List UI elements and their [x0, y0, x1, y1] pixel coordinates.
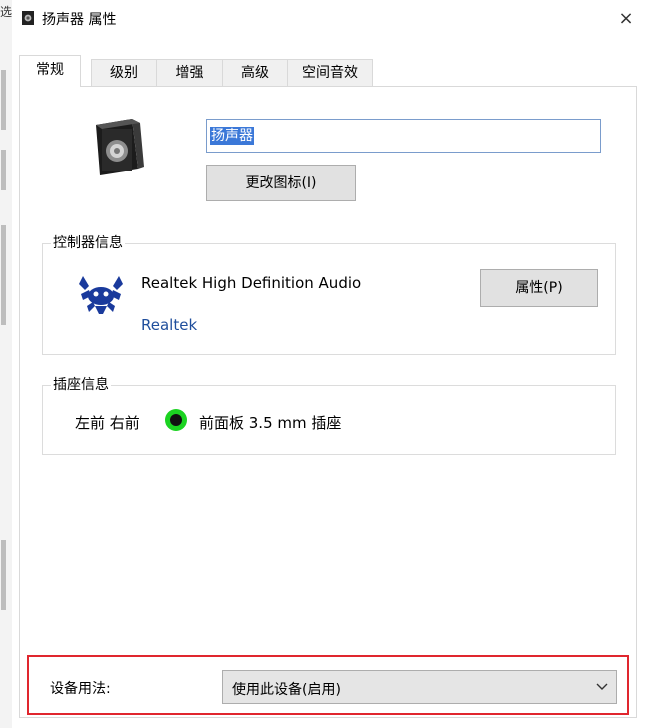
device-name-text: 扬声器: [210, 127, 254, 145]
background-window-mark: [1, 540, 6, 610]
speaker-small-icon: [22, 11, 34, 25]
device-name-field[interactable]: 扬声器: [206, 119, 601, 153]
background-window-text: 选: [0, 5, 13, 19]
jack-info-group: 插座信息 左前 右前 前面板 3.5 mm 插座: [42, 376, 616, 455]
jack-indicator-center: [170, 414, 182, 426]
title-bar[interactable]: 扬声器 属性 ×: [12, 0, 645, 38]
realtek-crab-logo-icon: [79, 276, 123, 314]
controller-info-group: 控制器信息 Realtek High Definition Audio Real…: [42, 234, 616, 355]
tab-general[interactable]: 常规: [19, 55, 81, 87]
window-title: 扬声器 属性: [42, 12, 117, 28]
background-window-mark: [1, 225, 6, 325]
controller-vendor-link[interactable]: Realtek: [141, 316, 197, 334]
tab-levels[interactable]: 级别: [91, 59, 157, 86]
close-button[interactable]: ×: [611, 4, 641, 32]
jack-indicator-icon: [165, 409, 187, 431]
tab-enhancements[interactable]: 增强: [156, 59, 223, 86]
controller-properties-button[interactable]: 属性(P): [480, 269, 598, 307]
general-tab-panel: 扬声器 更改图标(I) 控制器信息 Realtek High Definitio…: [19, 86, 637, 718]
jack-description: 前面板 3.5 mm 插座: [199, 414, 342, 432]
jack-position: 左前 右前: [75, 414, 140, 432]
background-window-mark: [1, 150, 6, 190]
speaker-properties-dialog: 扬声器 属性 × 常规 级别 增强 高级 空间音效 扬声器 更改图标(I) 控制…: [12, 0, 645, 728]
device-usage-label: 设备用法:: [50, 681, 111, 697]
background-window-mark: [1, 70, 6, 130]
change-icon-button[interactable]: 更改图标(I): [206, 165, 356, 201]
controller-info-legend: 控制器信息: [51, 234, 125, 252]
chevron-down-icon: [596, 683, 608, 690]
tab-spatial-sound[interactable]: 空间音效: [287, 59, 373, 86]
device-usage-dropdown[interactable]: 使用此设备(启用): [222, 670, 617, 704]
tab-advanced[interactable]: 高级: [222, 59, 288, 86]
device-usage-selected-value: 使用此设备(启用): [232, 682, 341, 698]
speaker-icon: [96, 119, 144, 175]
jack-info-legend: 插座信息: [51, 376, 111, 394]
controller-name: Realtek High Definition Audio: [141, 274, 362, 292]
close-icon: ×: [618, 7, 634, 29]
